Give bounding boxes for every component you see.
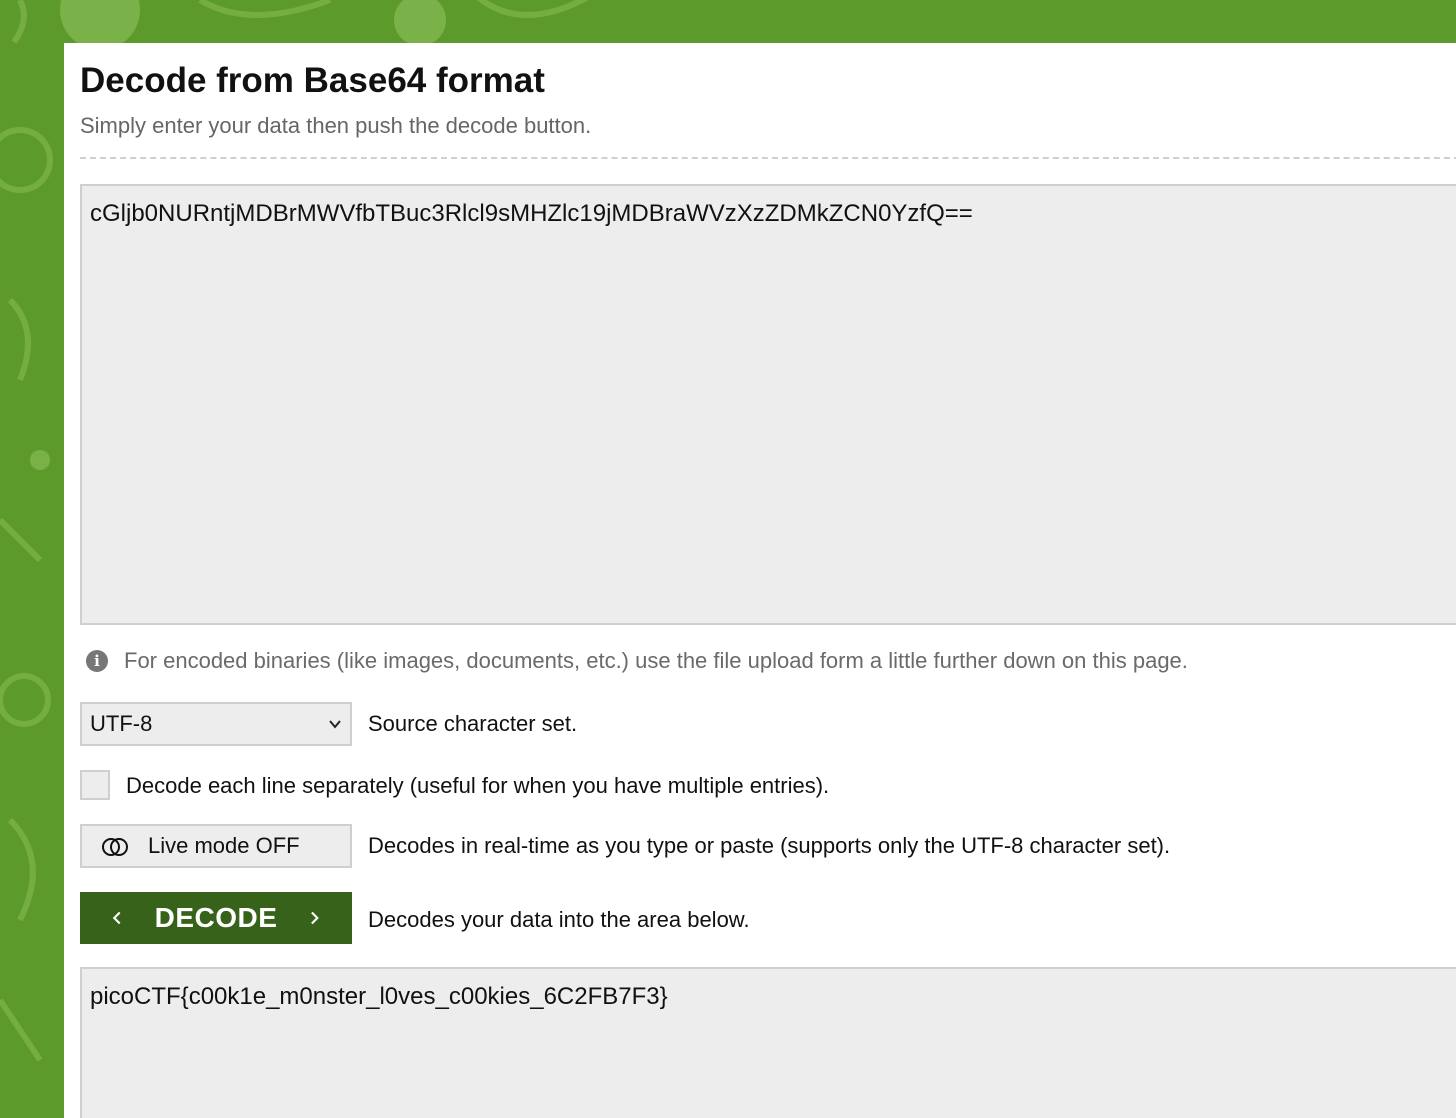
decoder-panel: Decode from Base64 format Simply enter y…: [64, 43, 1456, 1118]
charset-label: Source character set.: [368, 711, 578, 736]
chevron-left-icon: [112, 911, 121, 925]
info-text: For encoded binaries (like images, docum…: [124, 648, 1188, 673]
base64-input-textarea[interactable]: cGljb0NURntjMDBrMWVfbTBuc3Rlcl9sMHZlc19j…: [80, 184, 1456, 625]
charset-select[interactable]: UTF-8: [80, 702, 352, 746]
live-mode-label: Live mode OFF: [148, 833, 300, 858]
chevron-down-icon: [329, 720, 341, 729]
decode-lines-checkbox[interactable]: [80, 770, 110, 800]
decode-button[interactable]: DECODE: [80, 892, 352, 944]
decode-lines-label: Decode each line separately (useful for …: [126, 773, 830, 798]
page: Decode from Base64 format Simply enter y…: [0, 0, 1456, 1118]
info-icon: i: [86, 650, 108, 672]
decode-description: Decodes your data into the area below.: [368, 907, 750, 932]
decode-button-label: DECODE: [154, 902, 278, 933]
divider: [80, 157, 1456, 159]
page-subtitle: Simply enter your data then push the dec…: [80, 113, 592, 138]
page-title: Decode from Base64 format: [80, 61, 545, 100]
toggle-icon: [102, 838, 128, 856]
charset-selected-value: UTF-8: [90, 711, 153, 736]
live-mode-description: Decodes in real-time as you type or past…: [368, 833, 1171, 858]
chevron-right-icon: [311, 911, 320, 925]
decoded-output-textarea[interactable]: picoCTF{c00k1e_m0nster_l0ves_c00kies_6C2…: [80, 967, 1456, 1118]
live-mode-button[interactable]: Live mode OFF: [80, 824, 352, 868]
info-note: i For encoded binaries (like images, doc…: [86, 646, 1188, 676]
